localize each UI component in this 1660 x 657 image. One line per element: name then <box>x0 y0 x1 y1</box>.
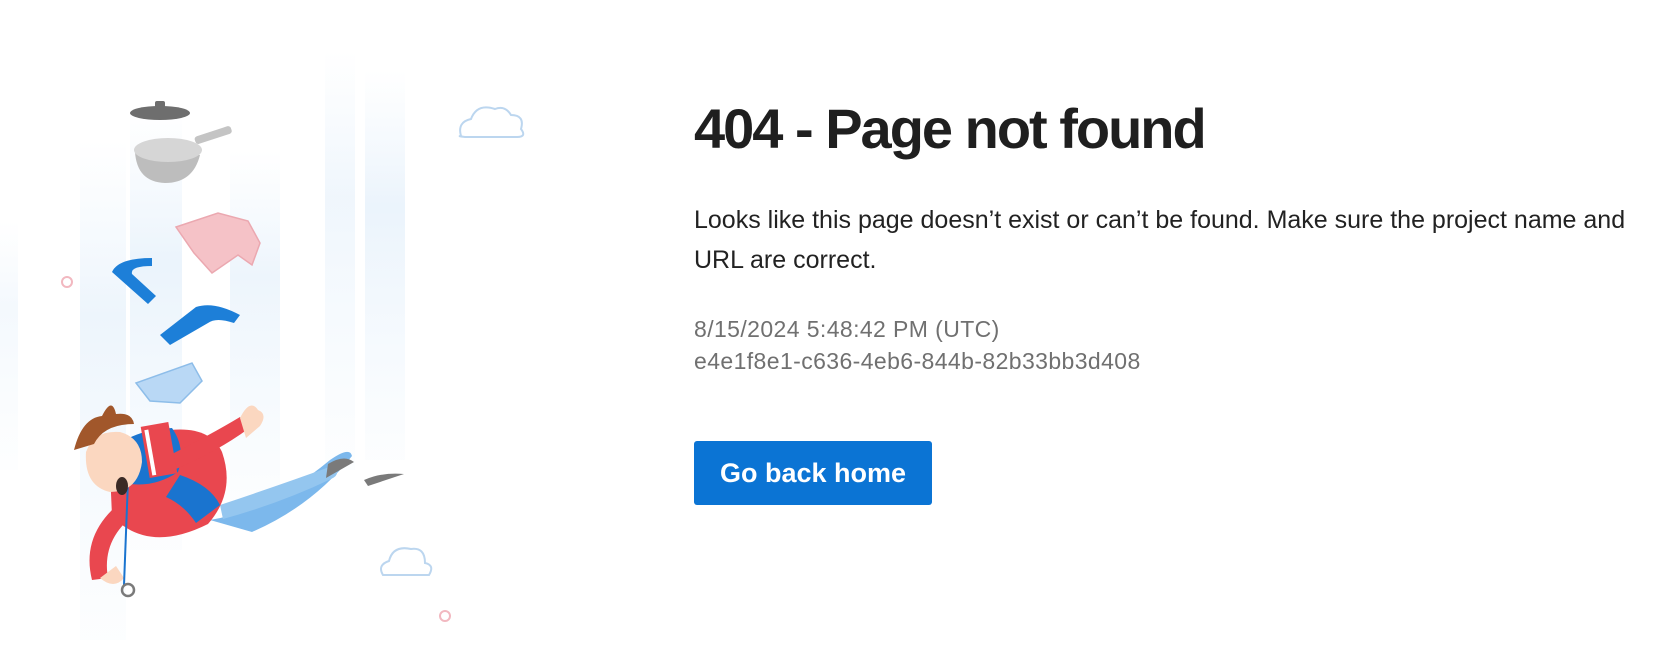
page-title: 404 - Page not found <box>694 97 1207 160</box>
error-details: 8/15/2024 5:48:42 PM (UTC) e4e1f8e1-c636… <box>694 313 1644 377</box>
cloud-icon <box>458 106 525 138</box>
cloud-icon <box>380 547 433 576</box>
error-timestamp: 8/15/2024 5:48:42 PM (UTC) <box>694 316 1000 342</box>
pot-lid-icon <box>130 101 190 120</box>
activity-id: e4e1f8e1-c636-4eb6-844b-82b33bb3d408 <box>694 348 1141 374</box>
dot-decoration <box>61 276 73 288</box>
illustration-svg <box>0 50 525 640</box>
falling-person-illustration <box>0 0 620 657</box>
go-back-home-button[interactable]: Go back home <box>694 441 933 505</box>
dot-decoration <box>439 610 451 622</box>
error-content: 404 - Page not found Looks like this pag… <box>694 94 1644 505</box>
error-message: Looks like this page doesn’t exist or ca… <box>694 206 1626 274</box>
